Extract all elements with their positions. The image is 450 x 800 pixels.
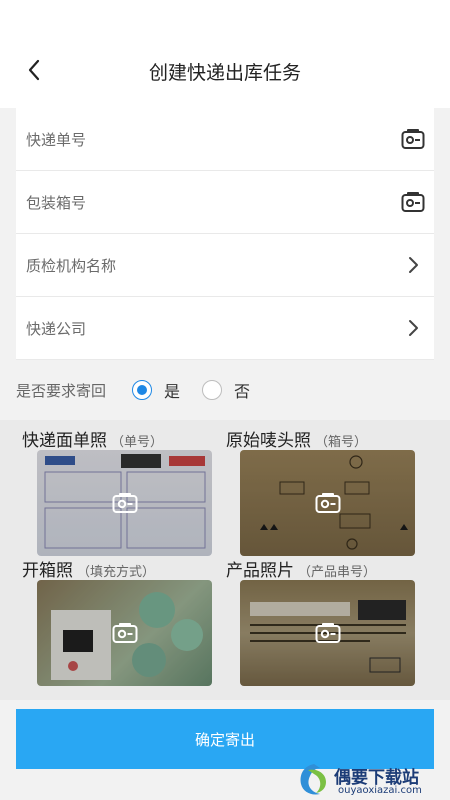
radio-unselected-icon [202,380,223,400]
chevron-right-icon [400,252,426,278]
field-label: 快递单号 [26,130,87,149]
scan-icon[interactable] [400,126,426,152]
waybill-photo-sample[interactable] [37,450,212,556]
photo-title-unboxing: 开箱照 （填充方式） [22,556,155,581]
express-number-field[interactable]: 快递单号 [16,108,434,171]
photo-title-sub: （产品串号） [298,565,377,580]
photo-title-text: 快递面单照 [22,431,107,451]
radio-yes[interactable]: 是 [132,378,180,402]
photo-section: 快递面单照 （单号） 原始唛头照 （箱号） 开箱照 （填充方式） 产品照片 （产品串号） [0,420,450,700]
watermark-logo-icon [300,764,326,795]
radio-selected-icon [132,380,153,400]
photo-title-waybill: 快递面单照 （单号） [22,426,163,451]
camera-icon [112,623,137,643]
form-card: 快递单号 包装箱号 质检机构名称 快递公司 [16,108,434,360]
return-question-label: 是否要求寄回 [16,381,107,400]
camera-icon [112,493,137,513]
photo-title-text: 原始唛头照 [226,431,311,451]
scan-icon[interactable] [400,189,426,215]
camera-icon [315,623,340,643]
photo-title-product: 产品照片 （产品串号） [226,556,376,581]
page-title: 创建快递出库任务 [148,62,301,84]
field-label: 快递公司 [26,319,87,338]
photo-title-sub: （单号） [111,435,164,450]
field-label: 质检机构名称 [26,256,117,275]
photo-title-shipping-mark: 原始唛头照 （箱号） [226,426,367,451]
field-label: 包装箱号 [26,193,87,212]
camera-icon [315,493,340,513]
radio-label: 是 [164,382,181,401]
photo-title-sub: （箱号） [315,435,368,450]
unboxing-photo-sample[interactable] [37,580,212,686]
shipping-mark-photo-sample[interactable] [240,450,415,556]
box-number-field[interactable]: 包装箱号 [16,171,434,234]
radio-label: 否 [234,382,251,401]
photo-title-sub: （填充方式） [77,565,156,580]
watermark: 偶要下载站 ouyaoxiazai.com [296,760,450,800]
photo-title-text: 开箱照 [22,561,73,581]
return-required-group: 是否要求寄回 是 否 [16,360,434,420]
express-company-select[interactable]: 快递公司 [16,297,434,360]
watermark-url: ouyaoxiazai.com [338,785,422,796]
photo-title-text: 产品照片 [226,561,294,581]
top-bar: 创建快递出库任务 [0,0,450,108]
chevron-right-icon [400,315,426,341]
product-photo-sample[interactable] [240,580,415,686]
radio-no[interactable]: 否 [202,378,250,402]
inspection-agency-select[interactable]: 质检机构名称 [16,234,434,297]
